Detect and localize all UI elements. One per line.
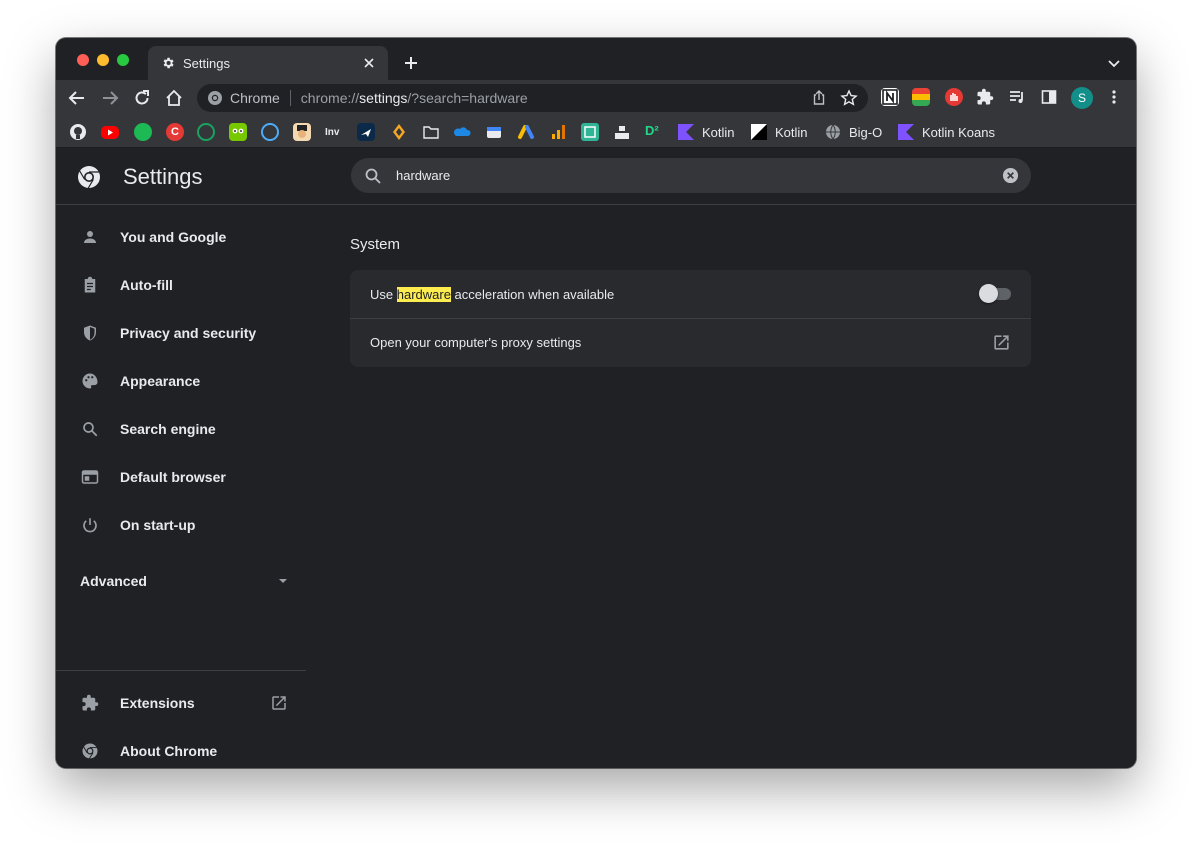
new-tab-button[interactable] <box>400 52 422 74</box>
gear-icon <box>161 56 175 70</box>
block-extension-icon[interactable] <box>945 88 963 106</box>
search-input[interactable] <box>396 168 976 183</box>
folder-icon[interactable] <box>422 123 440 141</box>
puzzle-icon <box>80 693 100 713</box>
sidebar-item-privacy[interactable]: Privacy and security <box>56 309 306 357</box>
c-bookmark-icon[interactable]: C <box>166 123 184 141</box>
advanced-label: Advanced <box>80 573 147 589</box>
clock-bookmark-icon[interactable] <box>197 123 215 141</box>
back-icon[interactable] <box>66 87 88 109</box>
power-icon <box>80 515 100 535</box>
more-menu-icon[interactable] <box>1105 88 1123 106</box>
chrome-logo-icon <box>77 165 101 189</box>
search-highlight: hardware <box>396 286 451 302</box>
coin-bookmark-icon[interactable] <box>390 123 408 141</box>
hardware-acceleration-row[interactable]: Use hardware acceleration when available <box>350 270 1031 318</box>
url-text: chrome://settings/?search=hardware <box>300 90 528 106</box>
toolbar: Chrome chrome://settings/?search=hardwar… <box>56 80 1136 116</box>
omnibox-divider <box>289 90 291 106</box>
d-bookmark-icon[interactable] <box>581 123 599 141</box>
close-window-button[interactable] <box>77 54 89 66</box>
tab-settings[interactable]: Settings <box>148 46 388 80</box>
section-title-system: System <box>350 236 401 253</box>
flight-bookmark-icon[interactable] <box>357 123 375 141</box>
kotlin-icon <box>678 124 694 140</box>
person-icon <box>80 227 100 247</box>
bookmark-star-icon[interactable] <box>840 89 858 107</box>
sidebar-item-autofill[interactable]: Auto-fill <box>56 261 306 309</box>
search-icon <box>364 167 382 185</box>
system-card: Use hardware acceleration when available… <box>350 270 1031 367</box>
page-title: Settings <box>123 164 203 189</box>
proxy-settings-row[interactable]: Open your computer's proxy settings <box>350 318 1031 366</box>
bookmark-kotlin-2[interactable]: Kotlin <box>751 123 808 141</box>
reload-icon[interactable] <box>131 87 153 109</box>
hardware-acceleration-label: Use hardware acceleration when available <box>370 286 615 302</box>
globe-icon <box>825 124 841 140</box>
home-icon[interactable] <box>163 87 185 109</box>
clear-search-icon[interactable] <box>1002 167 1019 184</box>
sidebar-item-on-startup[interactable]: On start-up <box>56 501 306 549</box>
maximize-window-button[interactable] <box>117 54 129 66</box>
proxy-settings-label: Open your computer's proxy settings <box>370 335 582 350</box>
sidebar-item-search-engine[interactable]: Search engine <box>56 405 306 453</box>
onedrive-icon[interactable] <box>453 123 471 141</box>
sidebar-item-appearance[interactable]: Appearance <box>56 357 306 405</box>
side-panel-icon[interactable] <box>1040 88 1058 106</box>
minimize-window-button[interactable] <box>97 54 109 66</box>
chevron-down-icon[interactable] <box>1105 54 1123 72</box>
shield-icon <box>80 323 100 343</box>
sidebar-divider <box>56 670 306 671</box>
chrome-logo-icon <box>80 741 100 761</box>
duolingo-icon[interactable] <box>229 123 247 141</box>
investing-icon[interactable]: Inv <box>325 123 347 141</box>
chrome-logo-icon <box>207 90 223 106</box>
address-bar[interactable]: Chrome chrome://settings/?search=hardwar… <box>197 84 868 112</box>
bookmark-kotlin-koans[interactable]: Kotlin Koans <box>898 123 995 141</box>
analytics-icon[interactable] <box>549 123 567 141</box>
bookmark-kotlin[interactable]: Kotlin <box>678 123 735 141</box>
settings-header: Settings <box>56 148 1136 205</box>
hardware-acceleration-toggle[interactable] <box>979 284 1011 303</box>
google-ads-icon[interactable] <box>517 123 535 141</box>
site-chip: Chrome <box>230 90 280 106</box>
sidebar-advanced-toggle[interactable]: Advanced <box>80 561 288 601</box>
media-control-icon[interactable] <box>1008 88 1026 106</box>
settings-search[interactable] <box>351 158 1031 193</box>
sidebar-item-extensions[interactable]: Extensions <box>56 679 306 727</box>
caret-down-icon <box>278 576 288 586</box>
browser-icon <box>80 467 100 487</box>
google-extension-icon[interactable] <box>912 88 930 106</box>
open-in-new-icon[interactable] <box>992 333 1011 352</box>
close-icon[interactable] <box>360 54 378 72</box>
share-icon[interactable] <box>810 89 828 107</box>
profile-avatar[interactable]: S <box>1071 87 1093 109</box>
avatar-bookmark-icon[interactable] <box>293 123 311 141</box>
palette-icon <box>80 371 100 391</box>
youtube-icon[interactable] <box>101 126 119 139</box>
d2-bookmark-icon[interactable]: D² <box>645 123 667 141</box>
notion-extension-icon[interactable] <box>881 88 899 106</box>
browser-window: Settings Chrome chrome://settings/?searc… <box>56 38 1136 768</box>
bookmarks-bar: C Inv D² Kotlin Kotlin Big-O Kotlin Koan… <box>56 116 1136 148</box>
green-bookmark-icon[interactable] <box>134 123 152 141</box>
sidebar-item-about-chrome[interactable]: About Chrome <box>56 727 306 768</box>
clipboard-icon <box>80 275 100 295</box>
bookmark-big-o[interactable]: Big-O <box>825 123 882 141</box>
kotlin-mono-icon <box>751 124 767 140</box>
timer-bookmark-icon[interactable] <box>261 123 279 141</box>
search-icon <box>80 419 100 439</box>
forward-icon[interactable] <box>99 87 121 109</box>
kotlin-icon <box>898 124 914 140</box>
tab-title: Settings <box>183 55 230 71</box>
stack-bookmark-icon[interactable] <box>613 123 631 141</box>
sidebar-item-default-browser[interactable]: Default browser <box>56 453 306 501</box>
puzzle-icon[interactable] <box>976 88 994 106</box>
calendar-bookmark-icon[interactable] <box>485 123 503 141</box>
open-in-new-icon <box>270 694 288 712</box>
github-icon[interactable] <box>69 123 87 141</box>
sidebar-item-you-and-google[interactable]: You and Google <box>56 213 306 261</box>
settings-page: Settings You and Google Auto-fill <box>56 148 1136 768</box>
tab-strip: Settings <box>56 38 1136 80</box>
